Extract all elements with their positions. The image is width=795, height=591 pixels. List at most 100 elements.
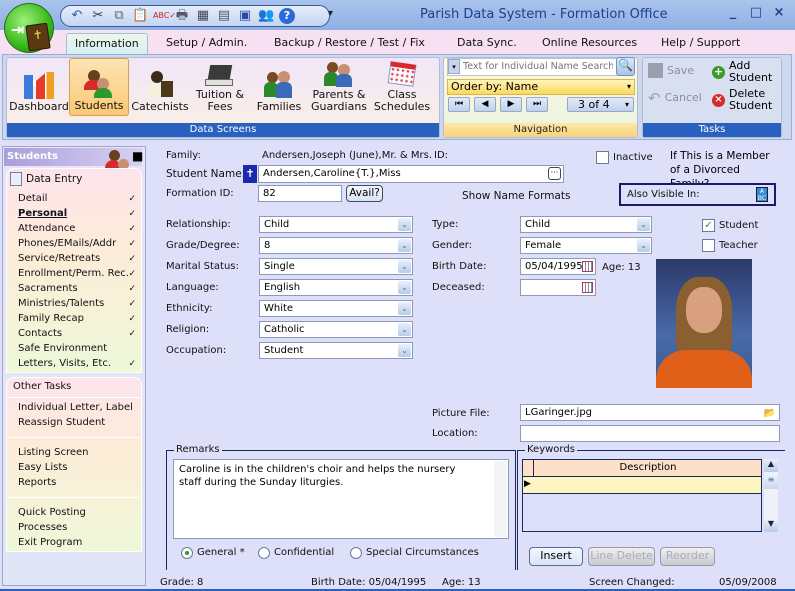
print-icon[interactable]: 🖶 <box>174 8 190 24</box>
order-by-dropdown[interactable]: Order by: Name ▾ <box>447 79 635 95</box>
customize-toolbar-dropdown[interactable]: ▾ <box>328 8 333 19</box>
app-menu-orb[interactable]: ⇥ <box>4 3 54 53</box>
parents-guardians-button[interactable]: Parents & Guardians <box>309 58 369 116</box>
maximize-button[interactable]: □ <box>746 5 766 25</box>
teacher-checkbox[interactable] <box>702 239 715 252</box>
radio-button[interactable] <box>181 547 193 559</box>
tab-help-support[interactable]: Help / Support <box>653 33 748 54</box>
sidebar-item-sacraments[interactable]: Sacraments ✓ <box>18 282 138 296</box>
relationship-select[interactable]: Child ⌄ <box>259 216 413 233</box>
close-button[interactable]: × <box>769 5 789 25</box>
sidebar-item-service-retreats[interactable]: Service/Retreats ✓ <box>18 252 138 266</box>
pin-icon[interactable]: ■ <box>132 149 143 163</box>
deceased-date-field[interactable] <box>520 279 596 296</box>
type-select[interactable]: Child ⌄ <box>520 216 652 233</box>
description-column-header[interactable]: Description <box>535 462 761 473</box>
save-button[interactable]: Save <box>648 63 694 78</box>
keywords-scrollbar[interactable]: ▲ ≡ ▼ <box>764 459 778 532</box>
tuition-fees-button[interactable]: Tuition & Fees <box>191 58 249 116</box>
scroll-thumb[interactable]: ≡ <box>764 475 778 489</box>
religion-select[interactable]: Catholic ⌄ <box>259 321 413 338</box>
last-record-button[interactable]: ⏭ <box>526 97 548 112</box>
radio-button[interactable] <box>258 547 270 559</box>
tab-online-resources[interactable]: Online Resources <box>534 33 645 54</box>
help-icon[interactable]: ? <box>279 8 295 24</box>
occupation-select[interactable]: Student ⌄ <box>259 342 413 359</box>
dashboard-button[interactable]: Dashboard <box>9 58 69 116</box>
formation-id-field[interactable]: 82 <box>258 185 342 202</box>
ellipsis-icon[interactable]: ··· <box>548 167 561 180</box>
minimize-button[interactable]: _ <box>723 5 743 25</box>
sidebar-task-easy-lists[interactable]: Easy Lists <box>18 461 138 475</box>
tab-information[interactable]: Information <box>66 33 148 54</box>
sidebar-task-processes[interactable]: Processes <box>18 521 138 535</box>
scroll-up-icon[interactable]: ▲ <box>764 459 778 472</box>
spellcheck-icon[interactable]: ABC✓ <box>153 8 176 24</box>
users-icon[interactable]: 👥 <box>258 8 274 24</box>
remarks-type-radio-confidential[interactable]: Confidential <box>258 546 334 560</box>
sidebar-task-reassign-student[interactable]: Reassign Student <box>18 416 138 430</box>
previous-record-button[interactable]: ◀ <box>474 97 496 112</box>
cut-icon[interactable]: ✂ <box>90 8 106 24</box>
insert-button[interactable]: Insert <box>529 547 583 566</box>
search-dropdown-button[interactable]: ▾ <box>448 59 460 74</box>
student-name-field[interactable]: Andersen,Caroline{T.},Miss ··· <box>258 165 564 183</box>
remarks-textarea[interactable]: Caroline is in the children's choir and … <box>173 459 509 539</box>
scroll-down-icon[interactable]: ▼ <box>764 519 778 532</box>
sidebar-item-detail[interactable]: Detail ✓ <box>18 192 138 206</box>
marital-status-select[interactable]: Single ⌄ <box>259 258 413 275</box>
ethnicity-select[interactable]: White ⌄ <box>259 300 413 317</box>
sidebar-task-reports[interactable]: Reports <box>18 476 138 490</box>
location-field[interactable] <box>520 425 780 442</box>
folder-open-icon[interactable]: 📂 <box>764 406 776 421</box>
sidebar-task-individual-letter-label[interactable]: Individual Letter, Label <box>18 401 138 415</box>
cancel-button[interactable]: ↶ Cancel <box>648 91 702 106</box>
calendar-icon[interactable] <box>582 282 593 293</box>
sidebar-item-letters-visits-etc[interactable]: Letters, Visits, Etc. ✓ <box>18 357 138 371</box>
keyword-row[interactable]: ▶ <box>523 477 761 494</box>
families-button[interactable]: Families <box>252 58 306 116</box>
record-counter-dropdown[interactable]: 3 of 4 ▾ <box>567 97 634 112</box>
line-delete-button[interactable]: Line Delete <box>588 547 655 566</box>
next-record-button[interactable]: ▶ <box>500 97 522 112</box>
name-search-input[interactable] <box>463 59 613 74</box>
gender-select[interactable]: Female ⌄ <box>520 237 652 254</box>
student-checkbox[interactable]: ✓ <box>702 219 715 232</box>
abc-book-icon[interactable]: A BC <box>756 187 768 202</box>
undo-icon[interactable]: ↶ <box>69 8 85 24</box>
remarks-type-radio-special-circumstances[interactable]: Special Circumstances <box>350 546 479 560</box>
grid-icon[interactable]: ▤ <box>216 8 232 24</box>
radio-button[interactable] <box>350 547 362 559</box>
sidebar-item-attendance[interactable]: Attendance ✓ <box>18 222 138 236</box>
delete-student-button[interactable]: × Delete Student <box>712 88 772 112</box>
show-name-formats-link[interactable]: Show Name Formats <box>462 189 570 203</box>
catechists-button[interactable]: Catechists <box>131 58 189 116</box>
sidebar-item-ministries-talents[interactable]: Ministries/Talents ✓ <box>18 297 138 311</box>
sidebar-item-personal[interactable]: Personal ✓ <box>18 207 138 221</box>
sidebar-item-phones-emails-addr[interactable]: Phones/EMails/Addr ✓ <box>18 237 138 251</box>
tab-data-sync[interactable]: Data Sync. <box>449 33 525 54</box>
inactive-checkbox[interactable] <box>596 151 609 164</box>
monitor-icon[interactable]: ▣ <box>237 8 253 24</box>
sidebar-item-family-recap[interactable]: Family Recap ✓ <box>18 312 138 326</box>
remarks-type-radio-general[interactable]: General * <box>181 546 245 560</box>
copy-icon[interactable]: ⧉ <box>111 8 127 24</box>
reorder-button[interactable]: Reorder <box>660 547 715 566</box>
avail-button[interactable]: Avail? <box>346 185 383 202</box>
search-icon[interactable]: 🔍 <box>616 57 635 76</box>
calculator-icon[interactable]: ▦ <box>195 8 211 24</box>
sidebar-item-safe-environment[interactable]: Safe Environment <box>18 342 138 356</box>
add-student-button[interactable]: + Add Student <box>712 60 772 84</box>
calendar-icon[interactable] <box>582 261 593 272</box>
students-button[interactable]: Students <box>69 58 129 116</box>
sidebar-task-listing-screen[interactable]: Listing Screen <box>18 446 138 460</box>
sidebar-task-quick-posting[interactable]: Quick Posting <box>18 506 138 520</box>
grade-degree-select[interactable]: 8 ⌄ <box>259 237 413 254</box>
class-schedules-button[interactable]: Class Schedules <box>372 58 432 116</box>
scrollbar[interactable] <box>494 461 507 537</box>
sidebar-item-contacts[interactable]: Contacts ✓ <box>18 327 138 341</box>
paste-icon[interactable]: 📋 <box>132 8 148 24</box>
birth-date-field[interactable]: 05/04/1995 <box>520 258 596 275</box>
tab-backup-restore[interactable]: Backup / Restore / Test / Fix <box>266 33 433 54</box>
sidebar-task-exit-program[interactable]: Exit Program <box>18 536 138 550</box>
